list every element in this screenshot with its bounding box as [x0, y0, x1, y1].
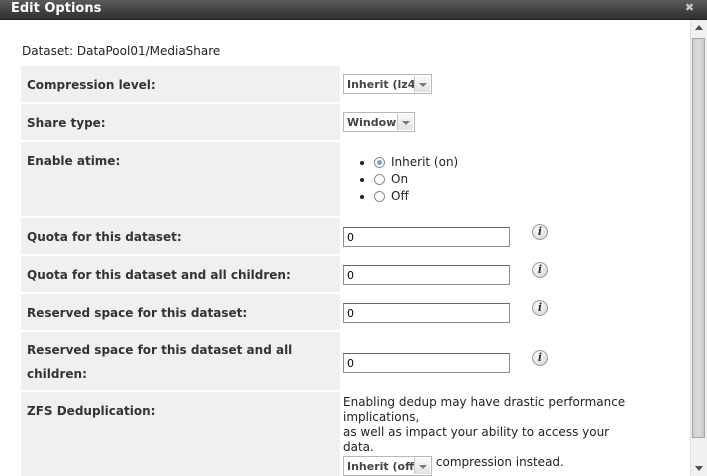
dedup-warning-line: Enabling dedup may have drastic performa… — [343, 395, 626, 409]
reserved-children-input[interactable] — [343, 353, 510, 373]
dedup-select[interactable]: Inherit (off) — [343, 456, 432, 476]
chevron-down-icon[interactable] — [414, 458, 430, 474]
edit-options-form: Dataset: DataPool01/MediaShare Compressi… — [0, 20, 690, 476]
dedup-row: ZFS Deduplication: Enabling dedup may ha… — [21, 392, 685, 476]
share-type-select[interactable]: Windows — [343, 112, 415, 132]
dataset-name: Dataset: DataPool01/MediaShare — [22, 44, 221, 58]
dedup-label: ZFS Deduplication: — [27, 404, 156, 418]
quota-children-row: Quota for this dataset and all children:… — [21, 256, 685, 292]
chevron-down-icon[interactable] — [397, 114, 413, 130]
atime-option-inherit[interactable]: Inherit (on) — [374, 154, 458, 171]
info-icon[interactable]: i — [532, 300, 548, 316]
quota-children-input[interactable] — [343, 265, 510, 285]
reserved-children-label-line2: children: — [27, 367, 87, 381]
compression-select-value: Inherit (lz4) — [347, 78, 421, 91]
dedup-select-value: Inherit (off) — [347, 460, 420, 473]
info-icon[interactable]: i — [532, 262, 548, 278]
share-type-label: Share type: — [27, 116, 106, 130]
reserved-row: Reserved space for this dataset: i — [21, 294, 685, 330]
reserved-children-label-line1: Reserved space for this dataset and all — [27, 343, 293, 357]
atime-option-label: Off — [391, 189, 409, 203]
share-type-select-value: Windows — [347, 116, 403, 129]
dedup-warning-line: implications, — [343, 410, 420, 424]
compression-label: Compression level: — [27, 78, 156, 92]
share-type-row: Share type: Windows — [21, 104, 685, 140]
info-icon[interactable]: i — [532, 350, 548, 366]
atime-option-label: On — [391, 172, 409, 186]
close-icon[interactable]: ✖ — [684, 2, 695, 13]
info-icon[interactable]: i — [532, 224, 548, 240]
quota-children-label: Quota for this dataset and all children: — [27, 268, 291, 282]
dedup-warning-line: as well as impact your ability to access… — [343, 425, 610, 454]
chevron-down-icon[interactable] — [414, 76, 430, 92]
reserved-children-row: Reserved space for this dataset and all … — [21, 332, 685, 390]
atime-option-label: Inherit (on) — [391, 155, 459, 169]
radio-icon[interactable] — [374, 191, 385, 202]
atime-label: Enable atime: — [27, 154, 121, 168]
quota-label: Quota for this dataset: — [27, 230, 182, 244]
vertical-scrollbar[interactable] — [690, 20, 707, 476]
compression-select[interactable]: Inherit (lz4) — [343, 74, 432, 94]
atime-option-off[interactable]: Off — [374, 188, 458, 205]
scroll-down-icon[interactable] — [691, 460, 707, 476]
quota-input[interactable] — [343, 227, 510, 247]
reserved-input[interactable] — [343, 303, 510, 323]
scrollbar-thumb[interactable] — [692, 38, 705, 438]
window-titlebar: Edit Options ✖ — [0, 0, 707, 20]
radio-icon[interactable] — [374, 174, 385, 185]
window-title: Edit Options — [11, 1, 102, 16]
reserved-label: Reserved space for this dataset: — [27, 306, 248, 320]
atime-radio-group: Inherit (on) On Off — [355, 154, 458, 205]
atime-row: Enable atime: Inherit (on) On Off — [21, 142, 685, 216]
radio-selected-icon[interactable] — [374, 157, 385, 168]
compression-row: Compression level: Inherit (lz4) — [21, 66, 685, 102]
quota-row: Quota for this dataset: i — [21, 218, 685, 254]
scroll-up-icon[interactable] — [691, 20, 707, 36]
atime-option-on[interactable]: On — [374, 171, 458, 188]
